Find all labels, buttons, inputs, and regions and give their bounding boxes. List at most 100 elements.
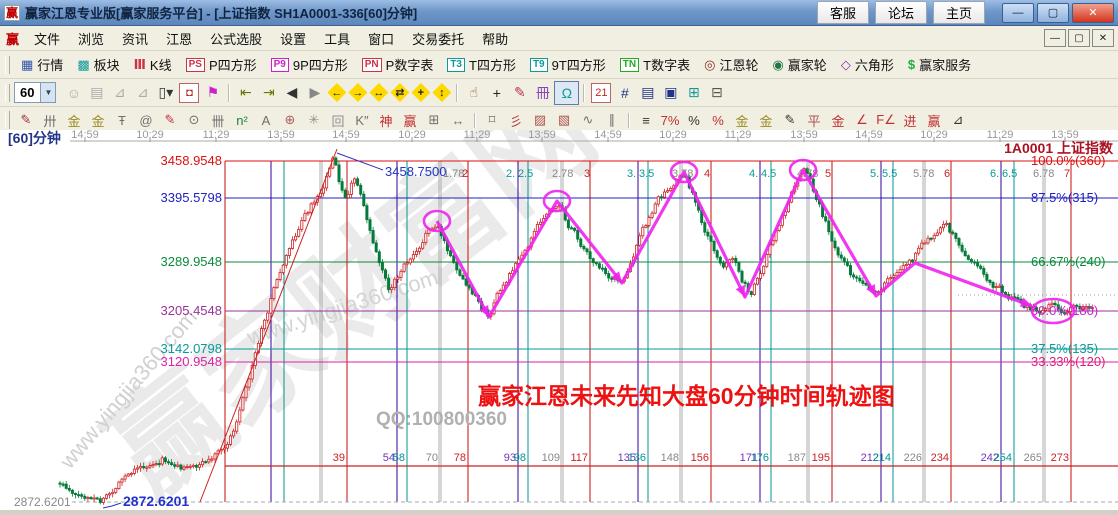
prev-bar-icon[interactable]: ◀ — [280, 82, 303, 104]
gold-line-icon[interactable]: 金 — [754, 110, 778, 131]
bar-grid-icon[interactable]: 卌 — [206, 110, 230, 131]
winner-service-button[interactable]: $赢家服务 — [901, 54, 978, 75]
first-bar-icon[interactable]: ⇤ — [234, 82, 257, 104]
p9-square-button[interactable]: P99P四方形 — [264, 54, 355, 75]
pct7-icon[interactable]: 7% — [658, 110, 682, 131]
forum-button[interactable]: 论坛 — [875, 1, 927, 24]
gann-wheel-button[interactable]: ◎江恩轮 — [697, 54, 765, 75]
period-combobox[interactable]: 60 ▼ — [14, 82, 56, 103]
gold-angle-icon[interactable]: 金 — [826, 110, 850, 131]
shen-grid-icon[interactable]: 神 — [374, 110, 398, 131]
mdi-close-button[interactable]: ✕ — [1092, 29, 1114, 47]
diamond-plus-icon[interactable]: + — [411, 83, 430, 102]
brain-icon[interactable]: Ω — [554, 81, 579, 105]
f-angle-icon[interactable]: F∠ — [874, 110, 898, 131]
hatch-box-icon[interactable]: ▧ — [552, 110, 576, 131]
pct-line-icon[interactable]: % — [706, 110, 730, 131]
t-number-button[interactable]: TNT数字表 — [613, 54, 697, 75]
ying-angle-icon[interactable]: 赢 — [922, 110, 946, 131]
chart-canvas[interactable]: 赢家财富网www.yingjia360.comwww.yingjia360.co… — [0, 130, 1118, 510]
menu-item-1[interactable]: 浏览 — [69, 27, 113, 50]
notepad-icon[interactable]: ▤ — [636, 82, 659, 104]
kline-button[interactable]: ⅢK线 — [127, 54, 179, 75]
grid-tool-icon[interactable]: 卅 — [38, 110, 62, 131]
close-button[interactable]: ✕ — [1072, 3, 1114, 23]
diamond-lr-icon[interactable]: ↔ — [369, 83, 388, 102]
pattern-view-icon[interactable]: ☺ — [62, 82, 85, 104]
gann-stamp-icon[interactable]: ◘ — [179, 83, 199, 103]
home-button[interactable]: 主页 — [933, 1, 985, 24]
calculator-icon[interactable]: # — [613, 82, 636, 104]
a-line-icon[interactable]: A — [254, 110, 278, 131]
menu-item-7[interactable]: 窗口 — [359, 27, 403, 50]
rays-icon[interactable]: 彡 — [504, 110, 528, 131]
maximize-button[interactable]: ▢ — [1037, 3, 1069, 23]
ying-grid-icon[interactable]: 赢 — [398, 110, 422, 131]
diamond-left-icon[interactable]: ← — [327, 83, 346, 102]
print-icon[interactable]: ⊟ — [705, 82, 728, 104]
shade-box-icon[interactable]: ▨ — [528, 110, 552, 131]
next-bar-icon[interactable]: ▶ — [303, 82, 326, 104]
p-number-button[interactable]: PNP数字表 — [355, 54, 441, 75]
menu-item-9[interactable]: 帮助 — [473, 27, 517, 50]
save-icon[interactable]: ▣ — [659, 82, 682, 104]
k-mark-icon[interactable]: K″ — [350, 110, 374, 131]
diamond-ud-icon[interactable]: ↕ — [432, 83, 451, 102]
quotes-button[interactable]: ▦行情 — [14, 54, 70, 75]
frame-tool-icon[interactable]: 冊 — [531, 82, 554, 104]
parallel-lines-icon[interactable]: ∥ — [600, 110, 624, 131]
gann-box-icon[interactable]: 平 — [802, 110, 826, 131]
menu-item-6[interactable]: 工具 — [315, 27, 359, 50]
diamond-right-icon[interactable]: → — [348, 83, 367, 102]
zigzag-line-icon[interactable]: ∿ — [576, 110, 600, 131]
sectors-button[interactable]: ▩板块 — [70, 54, 126, 75]
menu-item-4[interactable]: 公式选股 — [201, 27, 271, 50]
t9-square-button[interactable]: T99T四方形 — [523, 54, 613, 75]
flag-icon[interactable]: ⚑ — [201, 82, 224, 104]
mdi-minimize-button[interactable]: — — [1044, 29, 1066, 47]
star-grid-icon[interactable]: ✳ — [302, 110, 326, 131]
mdi-restore-button[interactable]: ▢ — [1068, 29, 1090, 47]
jin-angle-icon[interactable]: 进 — [898, 110, 922, 131]
gold-circle-icon[interactable]: 金 — [730, 110, 754, 131]
j-angle-icon[interactable]: ∠ — [850, 110, 874, 131]
pen-tool-icon[interactable]: ✎ — [14, 110, 38, 131]
pct-icon[interactable]: % — [682, 110, 706, 131]
chart3-icon[interactable]: ⊿ — [108, 82, 131, 104]
multi-angle-icon[interactable]: ⊿ — [946, 110, 970, 131]
gann-clock-icon[interactable]: ⊙ — [182, 110, 206, 131]
diamond-swap-icon[interactable]: ⇄ — [390, 83, 409, 102]
ink-pen-icon[interactable]: ✎ — [778, 110, 802, 131]
p-square-button[interactable]: PSP四方形 — [179, 54, 264, 75]
span-arrow-icon[interactable]: ↔ — [446, 110, 470, 131]
hand-tool-icon[interactable]: ☝ — [462, 82, 485, 104]
calendar-icon[interactable]: 21 — [591, 83, 611, 103]
menu-item-8[interactable]: 交易委托 — [403, 27, 473, 50]
gold-grid2-icon[interactable]: 金 — [86, 110, 110, 131]
menu-item-5[interactable]: 设置 — [271, 27, 315, 50]
last-bar-icon[interactable]: ⇥ — [257, 82, 280, 104]
frame-box-icon[interactable]: ⌑ — [480, 110, 504, 131]
customer-service-button[interactable]: 客服 — [817, 1, 869, 24]
report-icon[interactable]: ▤ — [85, 82, 108, 104]
circle-cross-icon[interactable]: ⊕ — [278, 110, 302, 131]
marker-pen-icon[interactable]: ✎ — [158, 110, 182, 131]
n-square-icon[interactable]: n² — [230, 110, 254, 131]
box-grid-icon[interactable]: 回 — [326, 110, 350, 131]
menu-item-3[interactable]: 江恩 — [157, 27, 201, 50]
hexagon-button[interactable]: ◇六角形 — [834, 54, 901, 75]
winner-wheel-button[interactable]: ◉赢家轮 — [765, 54, 833, 75]
crosshair-icon[interactable]: + — [485, 82, 508, 104]
draw-pen-icon[interactable]: ✎ — [508, 82, 531, 104]
minimize-button[interactable]: — — [1002, 3, 1034, 23]
t-square-button[interactable]: T3T四方形 — [440, 54, 523, 75]
menu-item-0[interactable]: 文件 — [25, 27, 69, 50]
gold-grid-icon[interactable]: 金 — [62, 110, 86, 131]
ruler-123-icon[interactable]: ⊞ — [422, 110, 446, 131]
spiral-icon[interactable]: @ — [134, 110, 158, 131]
f-grid-icon[interactable]: Ŧ — [110, 110, 134, 131]
menu-item-2[interactable]: 资讯 — [113, 27, 157, 50]
candle-style-icon[interactable]: ▯▾ — [154, 82, 177, 104]
histogram-icon[interactable]: ≡ — [634, 110, 658, 131]
chart9-icon[interactable]: ⊿ — [131, 82, 154, 104]
